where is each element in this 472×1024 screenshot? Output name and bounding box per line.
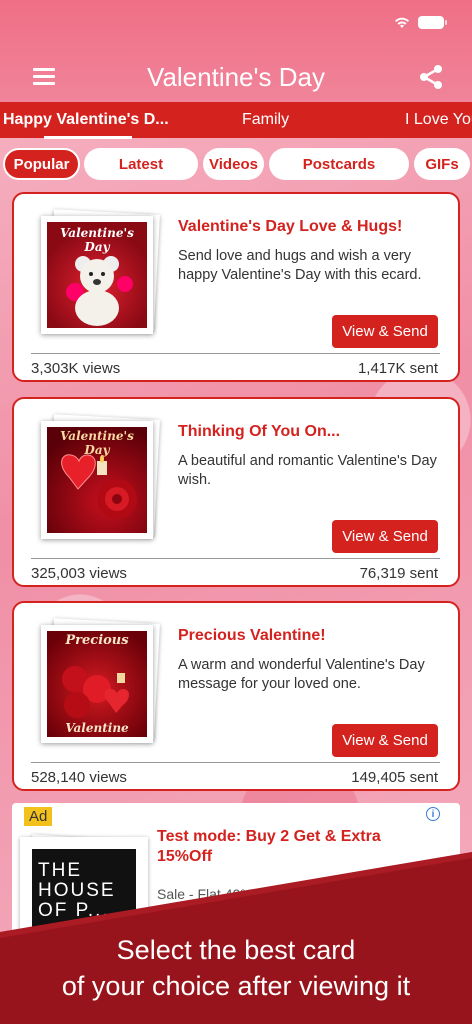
tab-happy-valentines-day[interactable]: Happy Valentine's D...: [3, 111, 169, 129]
divider: [31, 353, 440, 354]
sent-count: 149,405 sent: [351, 769, 438, 786]
card-description: A warm and wonderful Valentine's Day mes…: [178, 657, 425, 692]
card-title: Precious Valentine!: [178, 627, 326, 644]
sent-count: 1,417K sent: [357, 360, 438, 377]
ad-image[interactable]: THE HOUSE OF P...: [20, 837, 148, 967]
chip-postcards[interactable]: Postcards: [269, 148, 409, 180]
view-and-send-button[interactable]: View & Send: [332, 724, 438, 757]
divider: [31, 762, 440, 763]
sent-count: 76,319 sent: [359, 565, 438, 582]
chip-latest[interactable]: Latest: [84, 148, 198, 180]
view-and-send-button[interactable]: View & Send: [332, 315, 438, 348]
wifi-icon: [395, 17, 409, 28]
ecard-item[interactable]: Valentine's Day Valentine's Day Love & H…: [12, 192, 460, 382]
tab-family[interactable]: Family: [242, 111, 289, 129]
ad-badge: Ad: [24, 807, 53, 826]
ecard-item[interactable]: Precious Valentine Precious Valentine! A…: [12, 601, 460, 791]
ad-title[interactable]: Test mode: Buy 2 Get & Extra 15%Off: [157, 827, 417, 867]
divider: [31, 558, 440, 559]
teddy-bear-image: [66, 256, 133, 326]
page-title: Valentine's Day: [147, 62, 325, 92]
chip-videos[interactable]: Videos: [203, 148, 264, 180]
top-app-bar: Valentine's Day: [0, 0, 472, 102]
view-and-send-button[interactable]: View & Send: [332, 520, 438, 553]
views-count: 528,140 views: [31, 769, 127, 786]
chip-popular[interactable]: Popular: [3, 148, 80, 180]
views-count: 325,003 views: [31, 565, 127, 582]
card-thumbnail[interactable]: Valentine's Day: [41, 414, 160, 539]
active-tab-indicator: [44, 136, 132, 139]
info-icon[interactable]: i: [426, 807, 440, 821]
chip-gifs[interactable]: GIFs: [414, 148, 470, 180]
card-thumbnail[interactable]: Precious Valentine: [41, 618, 160, 743]
ad-subtitle: Sale - Flat 40%: [157, 886, 253, 902]
card-title: Thinking Of You On...: [178, 423, 341, 440]
card-title: Valentine's Day Love & Hugs!: [178, 218, 403, 235]
battery-icon: [418, 16, 447, 29]
share-icon[interactable]: [418, 64, 444, 90]
tab-i-love-you[interactable]: I Love You: [405, 111, 472, 129]
card-description: A beautiful and romantic Valentine's Day…: [178, 453, 437, 488]
category-tabs: Happy Valentine's D... Family I Love You: [0, 102, 472, 139]
ecard-item[interactable]: Valentine's Day Thinking Of You On... A …: [12, 397, 460, 587]
card-description: Send love and hugs and wish a very happy…: [178, 248, 422, 283]
ad-image-logo-text: THE HOUSE OF P...: [32, 849, 136, 955]
ad-card[interactable]: Ad i THE HOUSE OF P... Test mode: Buy 2 …: [12, 803, 460, 1024]
filter-chips: Popular Latest Videos Postcards GIFs: [0, 148, 472, 182]
status-bar: [394, 16, 447, 29]
hearts-roses-image: [61, 454, 137, 519]
card-thumbnail[interactable]: Valentine's Day: [41, 209, 160, 334]
views-count: 3,303K views: [31, 360, 121, 377]
